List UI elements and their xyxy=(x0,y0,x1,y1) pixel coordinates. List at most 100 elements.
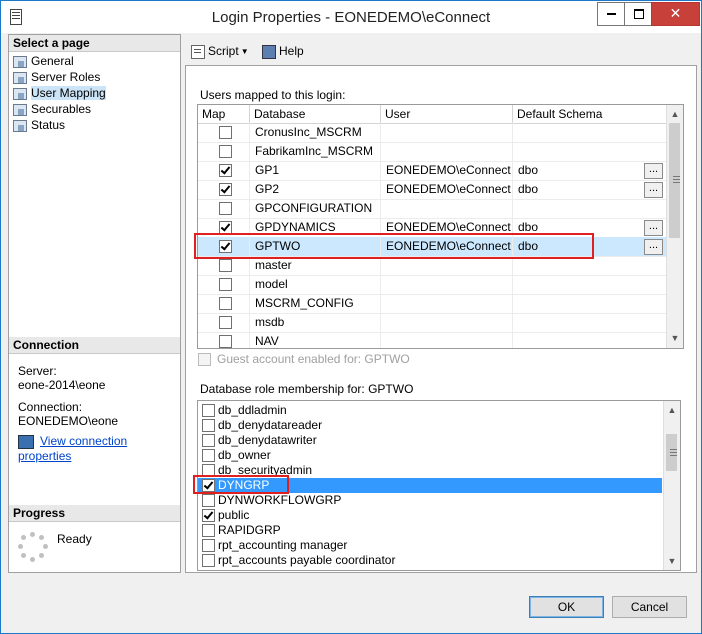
table-row[interactable]: GP1 EONEDEMO\eConnect dbo... xyxy=(198,161,666,181)
role-checkbox[interactable] xyxy=(202,509,215,522)
sidebar-item-status[interactable]: Status xyxy=(13,117,65,133)
role-checkbox[interactable] xyxy=(202,539,215,552)
role-checkbox[interactable] xyxy=(202,449,215,462)
map-checkbox[interactable] xyxy=(219,202,232,215)
col-database-header[interactable]: Database xyxy=(250,105,381,123)
map-checkbox[interactable] xyxy=(219,240,232,253)
user-cell[interactable] xyxy=(381,256,513,275)
sidebar-item-server-roles[interactable]: Server Roles xyxy=(13,69,100,85)
schema-cell[interactable] xyxy=(513,313,666,332)
mapping-scrollbar[interactable]: ▲ ▼ xyxy=(666,105,683,348)
list-item[interactable]: db_ddladmin xyxy=(198,403,662,418)
schema-browse-button[interactable]: ... xyxy=(644,239,663,255)
user-cell[interactable]: EONEDEMO\eConnect xyxy=(381,237,513,256)
map-checkbox[interactable] xyxy=(219,259,232,272)
script-dropdown-icon[interactable]: ▼ xyxy=(241,47,249,56)
schema-browse-button[interactable]: ... xyxy=(644,182,663,198)
user-cell[interactable]: EONEDEMO\eConnect xyxy=(381,218,513,237)
role-checkbox[interactable] xyxy=(202,554,215,567)
table-row[interactable]: GPTWO EONEDEMO\eConnect dbo... xyxy=(198,237,666,257)
table-row[interactable]: GP2 EONEDEMO\eConnect dbo... xyxy=(198,180,666,200)
schema-browse-button[interactable]: ... xyxy=(644,163,663,179)
map-checkbox[interactable] xyxy=(219,221,232,234)
table-row[interactable]: FabrikamInc_MSCRM xyxy=(198,142,666,162)
table-row[interactable]: MSCRM_CONFIG xyxy=(198,294,666,314)
roles-scroll-up-icon[interactable]: ▲ xyxy=(664,402,680,418)
minimize-button[interactable] xyxy=(597,2,626,26)
map-cell xyxy=(198,218,250,237)
table-row[interactable]: NAV xyxy=(198,332,666,348)
user-cell[interactable] xyxy=(381,313,513,332)
ok-button[interactable]: OK xyxy=(529,596,604,618)
guest-account-checkbox[interactable]: Guest account enabled for: GPTWO xyxy=(198,352,410,367)
list-item[interactable]: public xyxy=(198,508,662,523)
guest-account-check-icon[interactable] xyxy=(198,353,211,367)
user-cell[interactable]: EONEDEMO\eConnect xyxy=(381,161,513,180)
list-item[interactable]: db_denydatareader xyxy=(198,418,662,433)
col-map-header[interactable]: Map xyxy=(198,105,250,123)
scroll-up-icon[interactable]: ▲ xyxy=(667,106,683,122)
table-row[interactable]: GPCONFIGURATION xyxy=(198,199,666,219)
role-checkbox[interactable] xyxy=(202,494,215,507)
sidebar-item-general[interactable]: General xyxy=(13,53,74,69)
map-checkbox[interactable] xyxy=(219,297,232,310)
user-cell[interactable] xyxy=(381,123,513,142)
scroll-down-icon[interactable]: ▼ xyxy=(667,330,683,346)
list-item[interactable]: db_owner xyxy=(198,448,662,463)
role-checkbox[interactable] xyxy=(202,419,215,432)
user-cell[interactable] xyxy=(381,142,513,161)
map-checkbox[interactable] xyxy=(219,335,232,348)
schema-cell[interactable] xyxy=(513,332,666,348)
list-item[interactable]: DYNWORKFLOWGRP xyxy=(198,493,662,508)
user-cell[interactable]: EONEDEMO\eConnect xyxy=(381,180,513,199)
table-row[interactable]: GPDYNAMICS EONEDEMO\eConnect dbo... xyxy=(198,218,666,238)
view-connection-properties-link[interactable]: View connection properties xyxy=(18,434,180,463)
table-row[interactable]: model xyxy=(198,275,666,295)
script-button[interactable]: Script ▼ xyxy=(191,43,249,59)
map-checkbox[interactable] xyxy=(219,316,232,329)
map-checkbox[interactable] xyxy=(219,278,232,291)
user-cell[interactable] xyxy=(381,199,513,218)
role-checkbox[interactable] xyxy=(202,434,215,447)
list-item[interactable]: db_securityadmin xyxy=(198,463,662,478)
role-checkbox[interactable] xyxy=(202,404,215,417)
list-item[interactable]: DYNGRP xyxy=(198,478,662,493)
schema-cell[interactable] xyxy=(513,123,666,142)
list-item[interactable]: db_denydatawriter xyxy=(198,433,662,448)
col-user-header[interactable]: User xyxy=(381,105,513,123)
maximize-button[interactable] xyxy=(624,2,653,26)
role-checkbox[interactable] xyxy=(202,464,215,477)
schema-browse-button[interactable]: ... xyxy=(644,220,663,236)
list-item[interactable]: rpt_accounting manager xyxy=(198,538,662,553)
schema-cell[interactable] xyxy=(513,294,666,313)
scroll-thumb[interactable] xyxy=(669,123,680,238)
schema-cell[interactable] xyxy=(513,199,666,218)
sidebar-item-securables[interactable]: Securables xyxy=(13,101,91,117)
help-button[interactable]: Help xyxy=(262,43,304,59)
database-cell: CronusInc_MSCRM xyxy=(250,123,381,142)
roles-scroll-thumb[interactable] xyxy=(666,434,677,471)
user-cell[interactable] xyxy=(381,332,513,348)
list-item[interactable]: RAPIDGRP xyxy=(198,523,662,538)
user-cell[interactable] xyxy=(381,275,513,294)
user-cell[interactable] xyxy=(381,294,513,313)
map-checkbox[interactable] xyxy=(219,183,232,196)
role-checkbox[interactable] xyxy=(202,479,215,492)
schema-cell[interactable] xyxy=(513,142,666,161)
close-button[interactable]: ✕ xyxy=(651,2,700,26)
cancel-button[interactable]: Cancel xyxy=(612,596,687,618)
table-row[interactable]: master xyxy=(198,256,666,276)
col-schema-header[interactable]: Default Schema xyxy=(513,105,666,123)
table-row[interactable]: CronusInc_MSCRM xyxy=(198,123,666,143)
schema-cell[interactable] xyxy=(513,256,666,275)
schema-cell[interactable] xyxy=(513,275,666,294)
map-checkbox[interactable] xyxy=(219,126,232,139)
map-checkbox[interactable] xyxy=(219,164,232,177)
table-row[interactable]: msdb xyxy=(198,313,666,333)
roles-scroll-down-icon[interactable]: ▼ xyxy=(664,553,680,569)
sidebar-item-user-mapping[interactable]: User Mapping xyxy=(13,85,106,101)
list-item[interactable]: rpt_accounts payable coordinator xyxy=(198,553,662,568)
role-checkbox[interactable] xyxy=(202,524,215,537)
roles-scrollbar[interactable]: ▲ ▼ xyxy=(663,401,680,570)
map-checkbox[interactable] xyxy=(219,145,232,158)
